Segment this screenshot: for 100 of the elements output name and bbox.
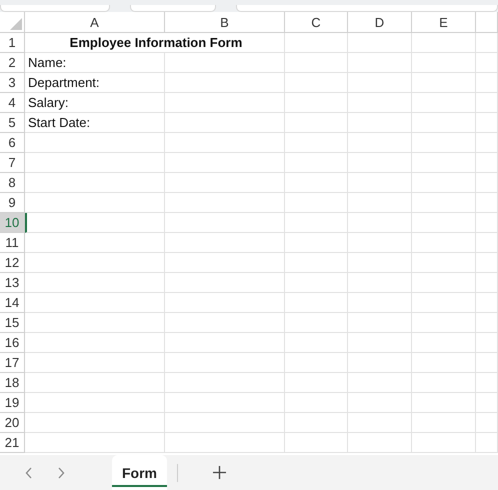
column-header[interactable]: C (285, 12, 348, 33)
table-cell (476, 173, 498, 193)
chevron-right-icon[interactable] (57, 466, 65, 478)
table-cell (476, 373, 498, 393)
add-sheet-icon[interactable] (213, 466, 226, 479)
table-cell (285, 293, 348, 313)
table-cell (285, 273, 348, 293)
row-header[interactable]: 1 (0, 33, 25, 53)
select-all-icon[interactable] (10, 18, 22, 30)
table-cell (348, 73, 412, 93)
row-header[interactable]: 15 (0, 313, 25, 333)
table-cell: Salary: (25, 93, 165, 113)
toolbar-tab[interactable] (130, 5, 216, 12)
table-cell (412, 293, 476, 313)
table-cell (412, 213, 476, 233)
row-header[interactable]: 18 (0, 373, 25, 393)
column-header[interactable] (476, 12, 498, 33)
table-cell (412, 33, 476, 53)
table-cell (476, 73, 498, 93)
row-header[interactable]: 11 (0, 233, 25, 253)
table-cell (476, 153, 498, 173)
chevron-left-icon[interactable] (25, 466, 33, 478)
table-cell (476, 413, 498, 433)
table-cell (476, 93, 498, 113)
table-cell (285, 193, 348, 213)
table-cell (285, 433, 348, 453)
row-header[interactable]: 13 (0, 273, 25, 293)
table-cell (285, 213, 348, 233)
table-cell (412, 333, 476, 353)
toolbar-tab[interactable] (236, 5, 498, 12)
row-header[interactable]: 16 (0, 333, 25, 353)
row-header[interactable]: 19 (0, 393, 25, 413)
row-header[interactable]: 10 (0, 213, 25, 233)
table-cell (348, 273, 412, 293)
table-cell (285, 373, 348, 393)
row-header[interactable]: 7 (0, 153, 25, 173)
table-cell (476, 393, 498, 413)
table-cell (285, 113, 348, 133)
table-cell (348, 433, 412, 453)
table-cell (412, 433, 476, 453)
row-header[interactable]: 9 (0, 193, 25, 213)
table-cell (348, 153, 412, 173)
row-header[interactable]: 6 (0, 133, 25, 153)
table-cell (285, 153, 348, 173)
table-cell (348, 333, 412, 353)
table-cell (348, 293, 412, 313)
table-cell (412, 413, 476, 433)
row-header[interactable]: 2 (0, 53, 25, 73)
table-cell (348, 113, 412, 133)
row-header[interactable]: 17 (0, 353, 25, 373)
table-cell (476, 433, 498, 453)
table-cell (476, 293, 498, 313)
row-header[interactable]: 21 (0, 433, 25, 453)
row-header[interactable]: 14 (0, 293, 25, 313)
table-cell (412, 273, 476, 293)
row-header[interactable]: 5 (0, 113, 25, 133)
table-cell (476, 213, 498, 233)
table-cell (285, 33, 348, 53)
table-cell (348, 373, 412, 393)
table-cell (412, 113, 476, 133)
table-cell (348, 173, 412, 193)
table-cell (285, 173, 348, 193)
table-cell (412, 133, 476, 153)
table-cell (285, 393, 348, 413)
table-cell (348, 133, 412, 153)
table-cell (285, 313, 348, 333)
table-cell (476, 33, 498, 53)
row-header[interactable]: 12 (0, 253, 25, 273)
table-cell (412, 193, 476, 213)
column-header[interactable]: E (412, 12, 476, 33)
table-cell (412, 73, 476, 93)
table-cell: Name: (25, 53, 165, 73)
table-cell (412, 153, 476, 173)
table-cell (348, 33, 412, 53)
table-cell (348, 53, 412, 73)
table-cell (476, 53, 498, 73)
table-cell (348, 193, 412, 213)
table-cell (348, 253, 412, 273)
table-cell (412, 173, 476, 193)
table-cell (412, 353, 476, 373)
column-header[interactable]: A (25, 12, 165, 33)
table-cell (285, 333, 348, 353)
row-header[interactable]: 4 (0, 93, 25, 113)
table-cell (412, 393, 476, 413)
table-cell: Department: (25, 73, 165, 93)
table-cell (348, 413, 412, 433)
column-header[interactable]: D (348, 12, 412, 33)
table-cell: Start Date: (25, 113, 165, 133)
table-cell (285, 233, 348, 253)
table-cell (476, 233, 498, 253)
sheet-tab[interactable]: Form (112, 455, 167, 490)
table-cell (348, 393, 412, 413)
table-cell (476, 313, 498, 333)
row-header[interactable]: 3 (0, 73, 25, 93)
column-header[interactable]: B (165, 12, 285, 33)
table-cell (285, 253, 348, 273)
toolbar-tab[interactable] (0, 5, 110, 12)
row-header[interactable]: 8 (0, 173, 25, 193)
table-cell (348, 313, 412, 333)
row-header[interactable]: 20 (0, 413, 25, 433)
